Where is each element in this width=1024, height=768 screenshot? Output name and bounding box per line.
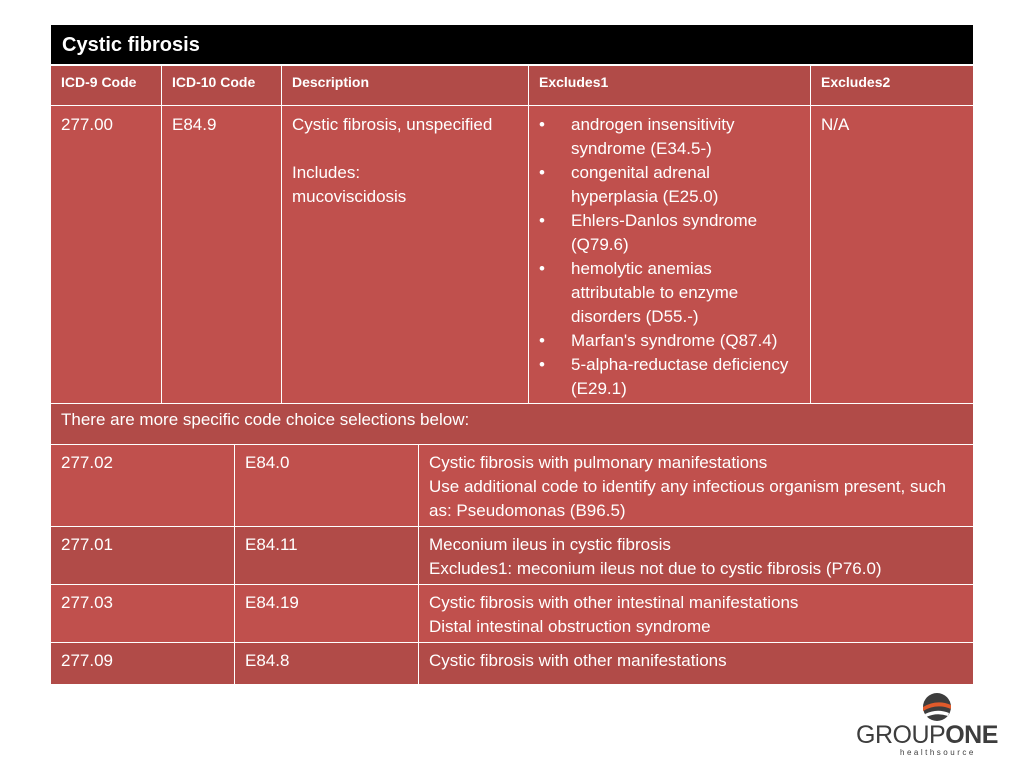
includes-label: Includes: bbox=[292, 163, 361, 182]
header-excludes1: Excludes1 bbox=[529, 66, 811, 105]
excludes1-item: Ehlers-Danlos syndrome (Q79.6) bbox=[539, 209, 800, 257]
detail-line: Cystic fibrosis with pulmonary manifesta… bbox=[429, 453, 768, 472]
detail-line: Cystic fibrosis with other intestinal ma… bbox=[429, 593, 799, 612]
logo-word-group: GROUP bbox=[856, 721, 946, 749]
table-header-row: ICD-9 Code ICD-10 Code Description Exclu… bbox=[51, 66, 973, 106]
detail-description: Cystic fibrosis with pulmonary manifesta… bbox=[419, 445, 973, 526]
logo-wordmark: GROUPONE bbox=[856, 721, 998, 750]
excludes1-item: hemolytic anemias attributable to enzyme… bbox=[539, 257, 800, 329]
detail-icd10: E84.11 bbox=[235, 527, 419, 584]
header-excludes2: Excludes2 bbox=[821, 74, 891, 90]
detail-icd10: E84.0 bbox=[235, 445, 419, 526]
table-row: 277.01 E84.11 Meconium ileus in cystic f… bbox=[51, 527, 973, 585]
includes-value: mucoviscidosis bbox=[292, 187, 407, 206]
main-icd10: E84.9 bbox=[162, 106, 282, 403]
excludes1-item: congenital adrenal hyperplasia (E25.0) bbox=[539, 161, 800, 209]
code-table: Cystic fibrosis ICD-9 Code ICD-10 Code D… bbox=[51, 25, 973, 684]
detail-line: Cystic fibrosis with other manifestation… bbox=[429, 651, 727, 670]
detail-description: Cystic fibrosis with other intestinal ma… bbox=[419, 585, 973, 642]
main-description: Cystic fibrosis, unspecified bbox=[292, 115, 493, 134]
main-icd9: 277.00 bbox=[51, 106, 162, 403]
detail-icd10: E84.8 bbox=[235, 643, 419, 684]
detail-description: Cystic fibrosis with other manifestation… bbox=[419, 643, 973, 684]
excludes1-item: 5-alpha-reductase deficiency (E29.1) bbox=[539, 353, 800, 401]
header-icd10: ICD-10 Code bbox=[162, 66, 282, 105]
logo-tagline: healthsource bbox=[900, 748, 976, 757]
detail-icd9: 277.02 bbox=[51, 445, 235, 526]
excludes1-item: Marfan's syndrome (Q87.4) bbox=[539, 329, 800, 353]
detail-icd9: 277.09 bbox=[51, 643, 235, 684]
detail-icd9: 277.03 bbox=[51, 585, 235, 642]
main-description-cell: Cystic fibrosis, unspecified Includes: m… bbox=[282, 106, 529, 403]
excludes1-item: androgen insensitivity syndrome (E34.5-) bbox=[539, 113, 800, 161]
excludes1-cell: androgen insensitivity syndrome (E34.5-)… bbox=[529, 106, 811, 403]
detail-line: Use additional code to identify any infe… bbox=[429, 477, 946, 520]
main-excludes2: N/A bbox=[821, 115, 850, 134]
detail-icd10: E84.19 bbox=[235, 585, 419, 642]
table-row: 277.09 E84.8 Cystic fibrosis with other … bbox=[51, 643, 973, 684]
header-description: Description bbox=[282, 66, 529, 105]
detail-line: Excludes1: meconium ileus not due to cys… bbox=[429, 559, 882, 578]
detail-description: Meconium ileus in cystic fibrosis Exclud… bbox=[419, 527, 973, 584]
excludes1-list: androgen insensitivity syndrome (E34.5-)… bbox=[539, 113, 800, 401]
note-row: There are more specific code choice sele… bbox=[51, 404, 973, 445]
detail-line: Distal intestinal obstruction syndrome bbox=[429, 617, 711, 636]
table-row-main: 277.00 E84.9 Cystic fibrosis, unspecifie… bbox=[51, 106, 973, 404]
logo-word-one: ONE bbox=[945, 721, 998, 749]
table-title: Cystic fibrosis bbox=[51, 25, 973, 66]
detail-line: Meconium ileus in cystic fibrosis bbox=[429, 535, 671, 554]
company-logo: GROUPONE healthsource bbox=[856, 690, 1016, 760]
header-icd9: ICD-9 Code bbox=[51, 66, 162, 105]
table-row: 277.02 E84.0 Cystic fibrosis with pulmon… bbox=[51, 445, 973, 527]
detail-icd9: 277.01 bbox=[51, 527, 235, 584]
table-row: 277.03 E84.19 Cystic fibrosis with other… bbox=[51, 585, 973, 643]
logo-mark-icon bbox=[923, 693, 951, 721]
